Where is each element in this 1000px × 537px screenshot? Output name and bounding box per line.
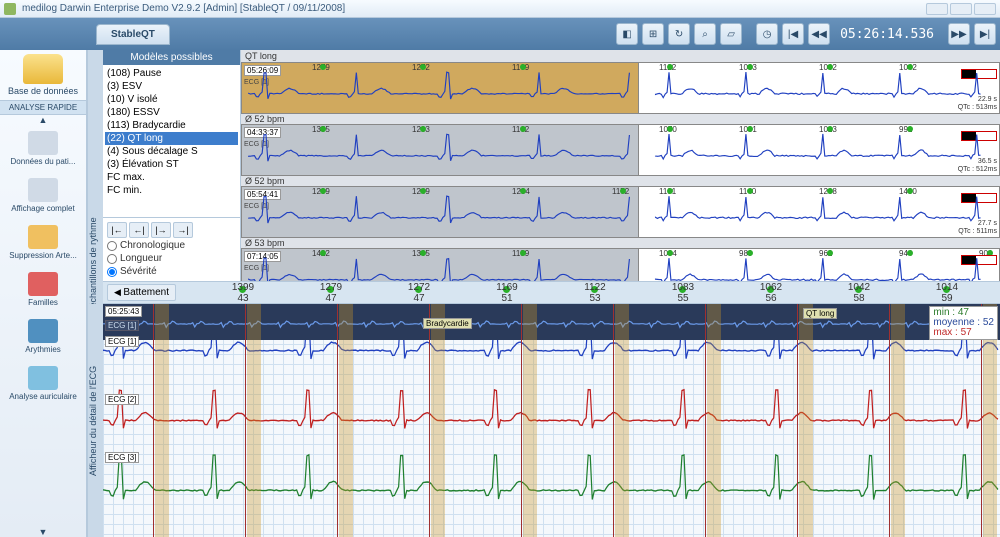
model-item[interactable]: (4) Sous décalage S — [105, 145, 238, 158]
sidebar-item[interactable]: Affichage complet — [9, 172, 77, 219]
skip-start-button[interactable]: |◀ — [782, 23, 804, 45]
strips-header: QT long — [241, 50, 1000, 62]
sidebar-icon — [28, 272, 58, 296]
next-button[interactable]: |→ — [151, 222, 171, 238]
model-item[interactable]: (3) Élévation ST — [105, 158, 238, 171]
brady-label: Bradycardie — [423, 318, 472, 329]
rhythm-strip[interactable]: 04:33:37ECG [1]1355123311621070103110139… — [241, 124, 1000, 176]
rhythm-strips: QT long 05:26:09ECG [1]12791272116911221… — [241, 50, 1000, 281]
models-list[interactable]: (108) Pause (3) ESV (10) V isolé (180) E… — [103, 65, 240, 217]
sidebar-icon — [28, 366, 58, 390]
last-button[interactable]: →| — [173, 222, 193, 238]
sidebar-item[interactable]: Arythmies — [9, 313, 77, 360]
overview-lead: ECG [1] — [105, 320, 139, 331]
bpm-label: Ø 53 bpm — [241, 238, 1000, 248]
window-titlebar: medilog Darwin Enterprise Demo V2.9.2 [A… — [0, 0, 1000, 18]
sidebar-icon — [28, 178, 58, 202]
database-icon[interactable] — [23, 54, 63, 84]
rhythm-strip[interactable]: 07:14:05ECG [1]1422136511391034989962944… — [241, 248, 1000, 281]
tool-button[interactable]: ⌕ — [694, 23, 716, 45]
lead1-label: ECG [1] — [105, 336, 139, 347]
database-label: Base de données — [8, 86, 78, 96]
ecg-detail[interactable]: 05:26:08 Bradycardie QT long min : 47 mo… — [103, 304, 1000, 537]
sort-chrono[interactable]: Chronologique — [107, 240, 236, 251]
window-title: medilog Darwin Enterprise Demo V2.9.2 [A… — [22, 3, 345, 14]
overview-time: 05:25:43 — [105, 306, 142, 317]
sidebar-icon — [28, 131, 58, 155]
models-panel: Modèles possibles (108) Pause (3) ESV (1… — [103, 50, 241, 281]
lead2-label: ECG [2] — [105, 394, 139, 405]
model-item[interactable]: FC min. — [105, 184, 238, 197]
main-toolbar: StableQT ◧ ⊞ ↻ ⌕ ▱ ◷ |◀ ◀◀ 05:26:14.536 … — [0, 18, 1000, 50]
first-button[interactable]: |← — [107, 222, 127, 238]
hr-stats: min : 47 moyenne : 52 max : 57 — [929, 306, 998, 340]
tool-button[interactable]: ↻ — [668, 23, 690, 45]
rhythm-strip[interactable]: 05:54:41ECG [1]1289124912341172113111401… — [241, 186, 1000, 238]
models-header: Modèles possibles — [103, 50, 240, 65]
sidebar-item[interactable]: Suppression Arte... — [9, 219, 77, 266]
tool-button[interactable]: ◧ — [616, 23, 638, 45]
window-controls — [926, 3, 996, 15]
model-item[interactable]: (10) V isolé — [105, 93, 238, 106]
active-tab[interactable]: StableQT — [96, 24, 170, 45]
bpm-label: Ø 52 bpm — [241, 114, 1000, 124]
vertical-label-lower: Afficheur du détail de l'ECG — [87, 304, 103, 537]
battement-button[interactable]: ◀ Battement — [107, 284, 176, 301]
forward-button[interactable]: ▶▶ — [948, 23, 970, 45]
maximize-button[interactable] — [950, 3, 972, 15]
beat-ruler: ◀ Battement 1399431279471272471169511122… — [103, 282, 1000, 304]
sidebar-section-header: ANALYSE RAPIDE — [0, 100, 86, 115]
sidebar-icon — [28, 225, 58, 249]
sort-severity[interactable]: Sévérité — [107, 266, 236, 277]
tool-button[interactable]: ▱ — [720, 23, 742, 45]
bpm-label: Ø 52 bpm — [241, 176, 1000, 186]
sidebar-icon — [28, 319, 58, 343]
model-item[interactable]: (180) ESSV — [105, 106, 238, 119]
left-sidebar: Base de données ANALYSE RAPIDE ▲ Données… — [0, 50, 87, 537]
tool-button[interactable]: ⊞ — [642, 23, 664, 45]
sidebar-item[interactable]: Données du pati... — [9, 125, 77, 172]
rhythm-strip[interactable]: 05:26:09ECG [1]1279127211691122108310621… — [241, 62, 1000, 114]
prev-button[interactable]: ←| — [129, 222, 149, 238]
sidebar-item[interactable]: Analyse auriculaire — [9, 360, 77, 407]
playback-time: 05:26:14.536 — [840, 27, 934, 42]
model-item[interactable]: (22) QT long — [105, 132, 238, 145]
close-button[interactable] — [974, 3, 996, 15]
minimize-button[interactable] — [926, 3, 948, 15]
rewind-button[interactable]: ◀◀ — [808, 23, 830, 45]
lead3-label: ECG [3] — [105, 452, 139, 463]
sort-length[interactable]: Longueur — [107, 253, 236, 264]
overview-strip[interactable]: 05:25:43 ECG [1] — [103, 304, 1000, 340]
model-item[interactable]: (113) Bradycardie — [105, 119, 238, 132]
skip-end-button[interactable]: ▶| — [974, 23, 996, 45]
qtlong-label: QT long — [803, 308, 837, 319]
model-item[interactable]: (108) Pause — [105, 67, 238, 80]
app-icon — [4, 3, 16, 15]
model-item[interactable]: (3) ESV — [105, 80, 238, 93]
clock-button[interactable]: ◷ — [756, 23, 778, 45]
model-item[interactable]: FC max. — [105, 171, 238, 184]
sidebar-item[interactable]: Familles — [9, 266, 77, 313]
